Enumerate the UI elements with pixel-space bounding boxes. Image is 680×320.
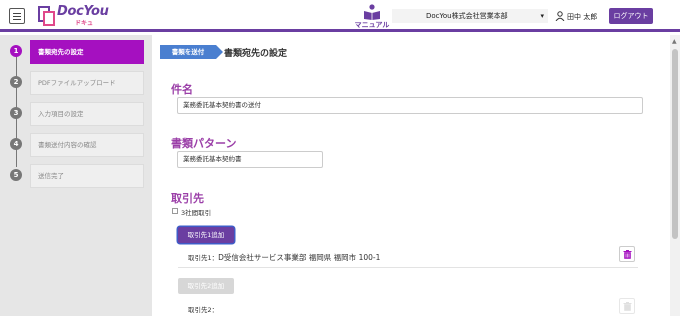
step-label: 書類宛先の設定 xyxy=(30,40,144,64)
top-header: DocYou ドキュ マニュアル DocYou株式会社営業本部 ▾ 田中 太郎 … xyxy=(0,0,680,32)
step-label: 書類送付内容の確認 xyxy=(30,133,144,157)
vertical-scrollbar[interactable]: ▲ xyxy=(670,35,680,316)
pattern-input[interactable]: 業務委託基本契約書 xyxy=(177,151,323,168)
delete-client2-button[interactable] xyxy=(619,298,635,314)
step-label: PDFファイルアップロード xyxy=(30,71,144,95)
three-party-checkbox[interactable] xyxy=(172,208,178,214)
client2-text: 取引先2： xyxy=(188,304,218,314)
step-number: 4 xyxy=(10,138,22,150)
add-client2-button[interactable]: 取引先2追加 xyxy=(178,278,234,294)
step-label: 入力項目の設定 xyxy=(30,102,144,126)
step-5[interactable]: 5 送信完了 xyxy=(0,161,152,189)
add-client1-button[interactable]: 取引先1追加 xyxy=(178,227,234,243)
step-number: 2 xyxy=(10,76,22,88)
pattern-heading: 書類パターン xyxy=(171,137,237,150)
caret-down-icon: ▾ xyxy=(540,12,544,20)
main-content: 書類を送付 書類宛先の設定 件名 業務委託基本契約書の送付 書類パターン 業務委… xyxy=(152,35,670,316)
step-sidebar: 1 書類宛先の設定 2 PDFファイルアップロード 3 入力項目の設定 4 書類… xyxy=(0,35,152,316)
step-number: 3 xyxy=(10,107,22,119)
logout-button[interactable]: ログアウト xyxy=(609,8,653,24)
trash-icon xyxy=(623,302,632,311)
manual-label: マニュアル xyxy=(354,21,390,29)
client1-row: 取引先1：D受信会社サービス事業部 福岡県 福岡市 100-1 xyxy=(178,246,638,268)
logo-subtext: ドキュ xyxy=(75,20,94,27)
three-party-label: 3社間取引 xyxy=(181,209,212,217)
step-number: 5 xyxy=(10,169,22,181)
subject-heading: 件名 xyxy=(171,83,193,96)
docyou-logo-icon[interactable] xyxy=(38,5,56,27)
user-name: 田中 太郎 xyxy=(567,13,598,21)
step-number: 1 xyxy=(10,45,22,57)
client-heading: 取引先 xyxy=(171,192,204,205)
page-title: 書類宛先の設定 xyxy=(224,49,288,59)
step-1[interactable]: 1 書類宛先の設定 xyxy=(0,37,152,65)
step-4[interactable]: 4 書類送付内容の確認 xyxy=(0,130,152,158)
logo-text[interactable]: DocYou xyxy=(57,4,109,19)
step-2[interactable]: 2 PDFファイルアップロード xyxy=(0,68,152,96)
client1-text: 取引先1：D受信会社サービス事業部 福岡県 福岡市 100-1 xyxy=(188,252,380,263)
company-select[interactable]: DocYou株式会社営業本部 ▾ xyxy=(392,9,548,23)
step-3[interactable]: 3 入力項目の設定 xyxy=(0,99,152,127)
client1-label: 取引先1： xyxy=(188,254,219,262)
step-label: 送信完了 xyxy=(30,164,144,188)
company-select-value: DocYou株式会社営業本部 xyxy=(426,12,508,20)
delete-client1-button[interactable] xyxy=(619,246,635,262)
breadcrumb-tag: 書類を送付 xyxy=(160,45,223,59)
client2-row: 取引先2： xyxy=(178,298,638,320)
manual-button[interactable]: マニュアル xyxy=(352,4,392,29)
user-icon xyxy=(555,11,565,21)
subject-input[interactable]: 業務委託基本契約書の送付 xyxy=(177,97,643,114)
scroll-up-icon[interactable]: ▲ xyxy=(672,38,677,45)
trash-icon xyxy=(623,250,632,259)
scroll-thumb[interactable] xyxy=(672,49,678,239)
client1-value: D受信会社サービス事業部 福岡県 福岡市 100-1 xyxy=(218,253,381,262)
book-person-icon xyxy=(364,4,380,20)
client2-label: 取引先2： xyxy=(188,306,219,314)
menu-icon[interactable] xyxy=(9,8,25,24)
